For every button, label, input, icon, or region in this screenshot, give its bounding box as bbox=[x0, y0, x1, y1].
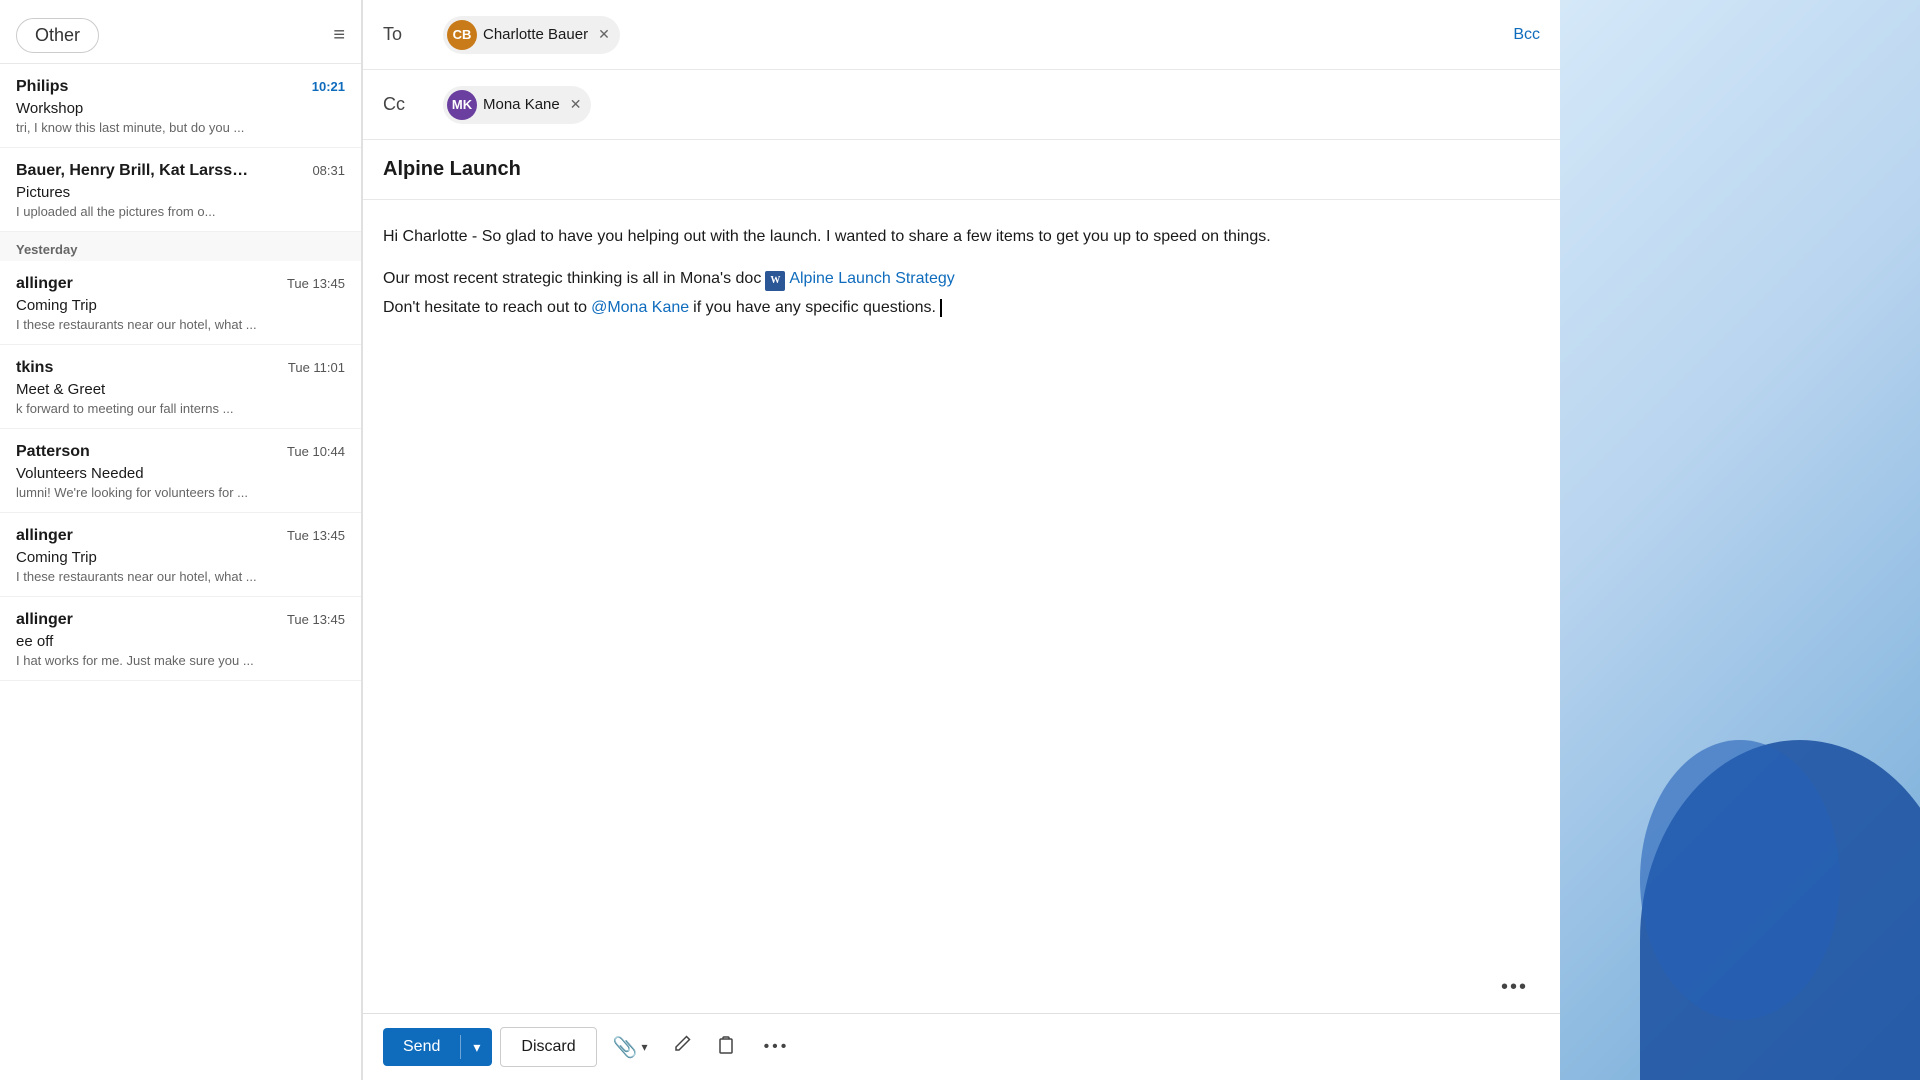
toolbar-more-button[interactable]: ••• bbox=[752, 1030, 802, 1064]
more-options-button[interactable]: ••• bbox=[1489, 968, 1540, 1007]
mail-preview: I uploaded all the pictures from o... bbox=[16, 204, 345, 219]
remove-cc-recipient-button[interactable]: ✕ bbox=[570, 96, 582, 113]
mail-preview: k forward to meeting our fall interns ..… bbox=[16, 401, 345, 416]
mail-preview: lumni! We're looking for volunteers for … bbox=[16, 485, 345, 500]
list-item[interactable]: tkins Tue 11:01 Meet & Greet k forward t… bbox=[0, 345, 361, 429]
to-field-row: To CB Charlotte Bauer ✕ Bcc bbox=[363, 0, 1560, 70]
list-item[interactable]: allinger Tue 13:45 ee off I hat works fo… bbox=[0, 597, 361, 681]
to-recipient-chip[interactable]: CB Charlotte Bauer ✕ bbox=[443, 16, 620, 54]
right-panel bbox=[1560, 0, 1920, 1080]
charlotte-avatar: CB bbox=[447, 20, 477, 50]
clipboard-icon bbox=[716, 1034, 736, 1060]
cc-field-row: Cc MK Mona Kane ✕ bbox=[363, 70, 1560, 140]
list-item[interactable]: Patterson Tue 10:44 Volunteers Needed lu… bbox=[0, 429, 361, 513]
body-suffix-3: if you have any specific questions. bbox=[693, 295, 936, 321]
attachment-button[interactable]: 📎 ▾ bbox=[605, 1027, 656, 1068]
alpine-launch-strategy-link[interactable]: Alpine Launch Strategy bbox=[789, 266, 954, 292]
mail-time: Tue 11:01 bbox=[288, 360, 345, 375]
mail-sender: allinger bbox=[16, 611, 73, 629]
send-button[interactable]: Send bbox=[383, 1028, 460, 1066]
bcc-link[interactable]: Bcc bbox=[1513, 26, 1540, 44]
list-item[interactable]: Philips 10:21 Workshop tri, I know this … bbox=[0, 64, 361, 148]
cc-recipient-name: Mona Kane bbox=[483, 96, 560, 113]
mona-avatar: MK bbox=[447, 90, 477, 120]
cc-label: Cc bbox=[383, 94, 443, 115]
mail-subject: Coming Trip bbox=[16, 549, 345, 566]
mail-sender: allinger bbox=[16, 275, 73, 293]
mail-time: 08:31 bbox=[312, 163, 345, 178]
filter-icon[interactable]: ≡ bbox=[333, 24, 345, 47]
formatting-button[interactable] bbox=[664, 1026, 700, 1068]
mona-kane-mention[interactable]: @Mona Kane bbox=[591, 295, 689, 321]
mail-subject: Volunteers Needed bbox=[16, 465, 345, 482]
sidebar-header: Other ≡ bbox=[0, 0, 361, 64]
send-dropdown-button[interactable]: ▾ bbox=[461, 1029, 492, 1066]
mail-time: Tue 13:45 bbox=[287, 276, 345, 291]
to-label: To bbox=[383, 24, 443, 45]
text-cursor bbox=[940, 299, 942, 317]
discard-button[interactable]: Discard bbox=[500, 1027, 596, 1067]
mail-sender: Philips bbox=[16, 78, 68, 96]
attachment-icon: 📎 bbox=[613, 1035, 638, 1060]
word-doc-icon: W bbox=[765, 266, 785, 292]
mail-preview: I hat works for me. Just make sure you .… bbox=[16, 653, 345, 668]
attachment-dropdown-icon: ▾ bbox=[642, 1040, 648, 1054]
more-options-row: ••• bbox=[363, 958, 1560, 1013]
mail-preview: I these restaurants near our hotel, what… bbox=[16, 569, 345, 584]
compose-toolbar: Send ▾ Discard 📎 ▾ ••• bbox=[363, 1013, 1560, 1080]
mail-time: 10:21 bbox=[312, 79, 345, 94]
other-tab[interactable]: Other bbox=[16, 18, 99, 53]
mail-subject: ee off bbox=[16, 633, 345, 650]
mail-preview: I these restaurants near our hotel, what… bbox=[16, 317, 345, 332]
mail-sidebar: Other ≡ Philips 10:21 Workshop tri, I kn… bbox=[0, 0, 362, 1080]
body-prefix-2: Our most recent strategic thinking is al… bbox=[383, 266, 761, 292]
list-item[interactable]: allinger Tue 13:45 Coming Trip I these r… bbox=[0, 261, 361, 345]
mail-subject: Pictures bbox=[16, 184, 345, 201]
send-button-group[interactable]: Send ▾ bbox=[383, 1028, 492, 1066]
body-paragraph-3: Don't hesitate to reach out to @Mona Kan… bbox=[383, 295, 1540, 321]
body-paragraph-1: Hi Charlotte - So glad to have you helpi… bbox=[383, 224, 1540, 250]
list-item[interactable]: allinger Tue 13:45 Coming Trip I these r… bbox=[0, 513, 361, 597]
to-recipient-name: Charlotte Bauer bbox=[483, 26, 588, 43]
mail-sender: allinger bbox=[16, 527, 73, 545]
day-separator: Yesterday bbox=[0, 232, 361, 261]
list-item[interactable]: Bauer, Henry Brill, Kat Larsson, 08:31 P… bbox=[0, 148, 361, 232]
compose-body[interactable]: Hi Charlotte - So glad to have you helpi… bbox=[363, 200, 1560, 958]
mail-sender: tkins bbox=[16, 359, 53, 377]
mail-time: Tue 13:45 bbox=[287, 528, 345, 543]
subject-input[interactable] bbox=[383, 158, 1540, 181]
word-icon: W bbox=[765, 271, 785, 291]
to-recipients: CB Charlotte Bauer ✕ bbox=[443, 16, 1513, 54]
mail-time: Tue 10:44 bbox=[287, 444, 345, 459]
body-paragraph-2: Our most recent strategic thinking is al… bbox=[383, 266, 1540, 292]
mail-list: Philips 10:21 Workshop tri, I know this … bbox=[0, 64, 361, 1080]
mail-preview: tri, I know this last minute, but do you… bbox=[16, 120, 345, 135]
mail-sender: Patterson bbox=[16, 443, 90, 461]
blue-decoration-shape-2 bbox=[1640, 740, 1840, 1020]
clipboard-button[interactable] bbox=[708, 1026, 744, 1068]
body-prefix-3: Don't hesitate to reach out to bbox=[383, 295, 587, 321]
mail-subject: Meet & Greet bbox=[16, 381, 345, 398]
cc-recipients: MK Mona Kane ✕ bbox=[443, 86, 1540, 124]
cc-recipient-chip[interactable]: MK Mona Kane ✕ bbox=[443, 86, 591, 124]
mail-sender: Bauer, Henry Brill, Kat Larsson, bbox=[16, 162, 256, 180]
mail-subject: Workshop bbox=[16, 100, 345, 117]
mail-subject: Coming Trip bbox=[16, 297, 345, 314]
mail-time: Tue 13:45 bbox=[287, 612, 345, 627]
subject-row bbox=[363, 140, 1560, 200]
compose-panel: To CB Charlotte Bauer ✕ Bcc Cc MK Mona K… bbox=[362, 0, 1560, 1080]
pen-icon bbox=[672, 1034, 692, 1060]
remove-to-recipient-button[interactable]: ✕ bbox=[598, 26, 610, 43]
